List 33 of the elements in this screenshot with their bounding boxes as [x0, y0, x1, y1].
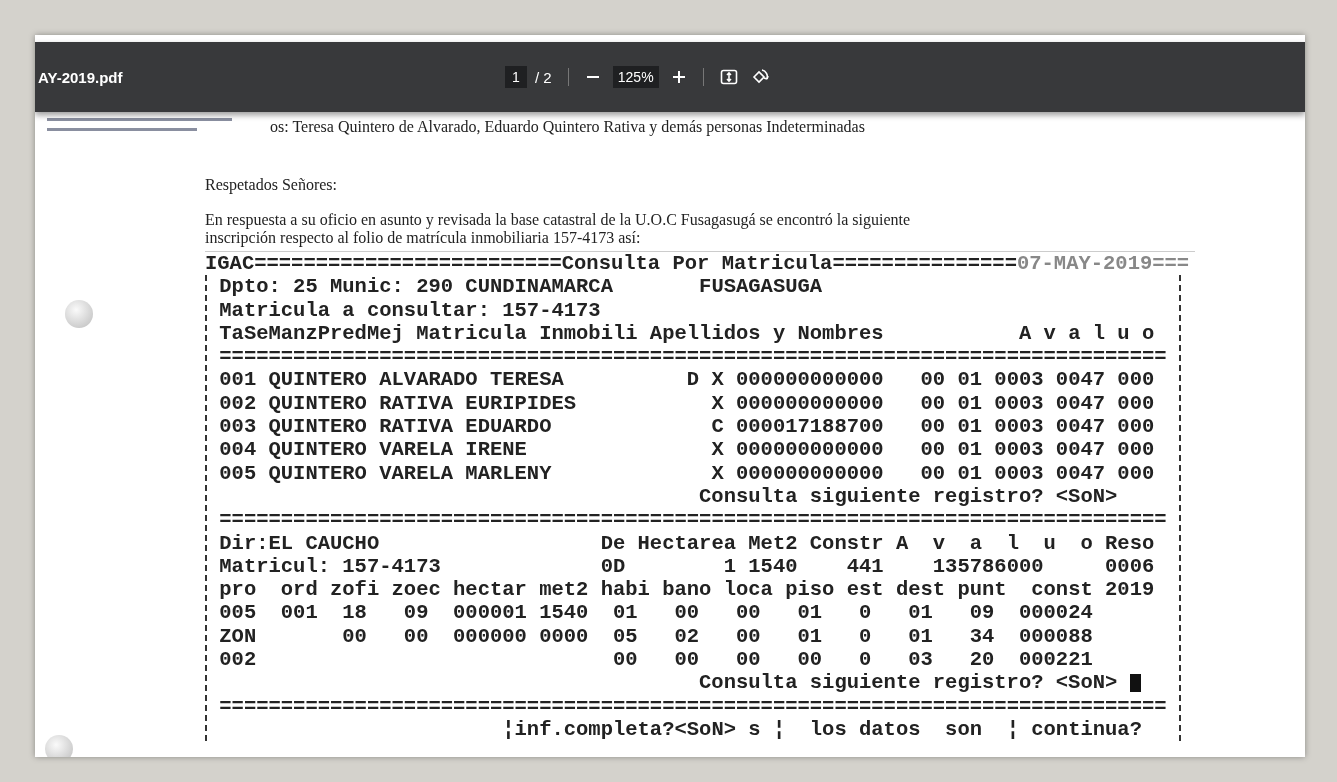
prompt-text: Consulta siguiente registro? <SoN>	[699, 671, 1118, 695]
zoom-field[interactable]: 125%	[612, 66, 659, 88]
circle-mark	[65, 300, 93, 328]
terminal-line: 005 001 18 09 000001 1540 01 00 00 01 0 01 09 000024	[219, 601, 1094, 625]
prompt-text: Consulta siguiente registro? <SoN>	[699, 484, 1118, 509]
terminal-line: ¦inf.completa?<SoN> s ¦ los datos son ¦ continua?	[501, 717, 1143, 742]
terminal-date: 07-MAY-2019===	[1016, 252, 1190, 275]
terminal-line: pro ord zofi zoec hectar met2 habi bano loca piso est dest punt const 2019	[219, 578, 1156, 602]
zoom-in-icon[interactable]	[670, 69, 687, 85]
file-name: AY-2019.pdf	[37, 68, 123, 86]
page-number-field[interactable]: 1	[505, 66, 527, 88]
body-paragraph: En respuesta a su oficio en asunto y revisada la base catastral de la U.O.C Fusagasugá se encontró la siguiente inscripción respecto al folio de matrícula inmobiliaria 157-4173 así:	[205, 211, 912, 247]
greeting-text: Respetados Señores:	[205, 176, 338, 194]
terminal-line: 002 QUINTERO RATIVA EURIPIDES X 000000000000 00 01 0003 0047 000	[219, 391, 1156, 416]
terminal-line: Matricula a consultar: 157-4173	[219, 298, 602, 322]
circle-mark	[45, 735, 73, 757]
separator-line: =============================================================================	[219, 345, 1168, 369]
separator-line: =============================================================================	[219, 508, 1168, 532]
terminal-line: 005 QUINTERO VARELA MARLENY X 000000000000 00 01 0003 0047 000	[219, 461, 1156, 485]
page-total: / 2	[535, 68, 552, 86]
terminal-line: ZON 00 00 000000 0000 05 02 00 01 0 01 34 000088	[219, 624, 1094, 649]
terminal-line: Dir:EL CAUCHO De Hectarea Met2 Constr A v a l u o Reso	[219, 531, 1156, 555]
terminal-line: 004 QUINTERO VARELA IRENE X 000000000000 00 01 0003 0047 000	[219, 438, 1156, 462]
terminal-line: Matricul: 157-4173 0D 1 1540 441 135786000 0006	[219, 554, 1156, 579]
terminal-line: 001 QUINTERO ALVARADO TERESA D X 000000000000 00 01 0003 0047 000	[219, 368, 1156, 392]
terminal-line: 003 QUINTERO RATIVA EDUARDO C 000017188700 00 01 0003 0047 000	[219, 415, 1156, 439]
fit-page-icon[interactable]	[719, 68, 738, 86]
terminal-line: TaSeManzPredMej Matricula Inmobili Apellidos y Nombres A v a l u o	[219, 321, 1156, 346]
terminal-header: IGAC=========================Consulta Por Matricula===============	[205, 252, 1017, 275]
terminal-line: Dpto: 25 Munic: 290 CUNDINAMARCA FUSAGASUGA	[219, 275, 824, 299]
recipient-line: os: Teresa Quintero de Alvarado, Eduardo Quintero Rativa y demás personas Indeterminadas	[270, 118, 865, 136]
separator-line: =============================================================================	[219, 694, 1168, 718]
terminal-line: 002 00 00 00 00 0 03 20 000221	[219, 648, 1094, 672]
